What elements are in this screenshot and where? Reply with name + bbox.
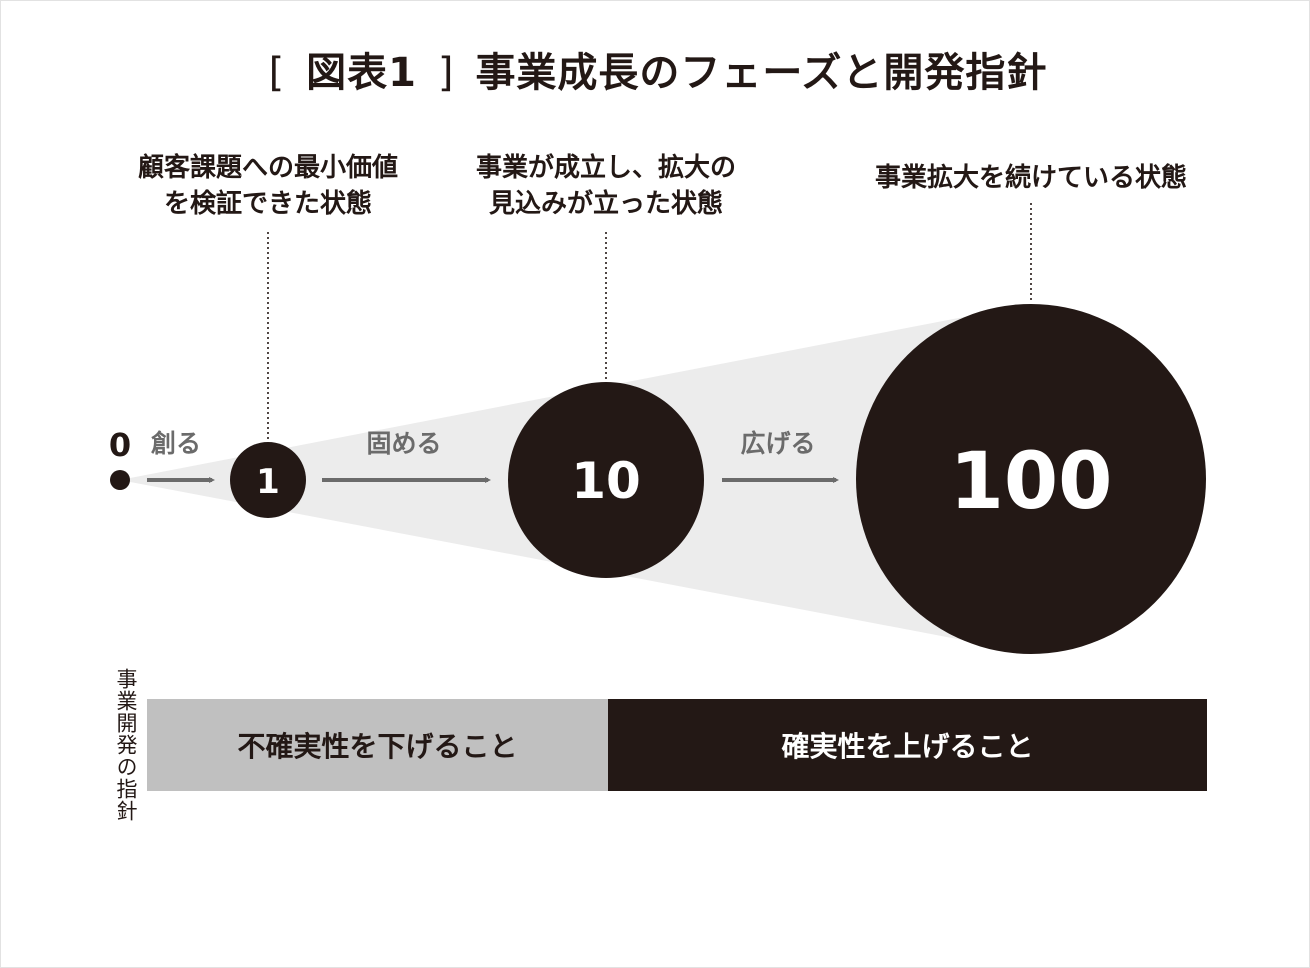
stage-0-dot — [110, 470, 130, 490]
guideline-bar-left-text: 不確実性を下げること — [237, 730, 518, 763]
arrow-solidify-label: 固める — [366, 429, 441, 458]
stage-100-description: 事業拡大を続けている状態 — [851, 160, 1211, 196]
stage-100-description-line-1: 事業拡大を続けている状態 — [874, 163, 1187, 193]
stage-1-value: 1 — [256, 462, 280, 502]
growth-diagram: 0 創る 固める 広げる 1 10 100 — [109, 203, 1206, 654]
guideline-bar-right-text: 確実性を上げること — [781, 730, 1034, 763]
guideline-vertical-label: 事業開発の指針 — [114, 668, 138, 822]
guideline-bar-reduce-uncertainty: 不確実性を下げること — [147, 699, 608, 791]
stage-10-value: 10 — [571, 452, 641, 510]
stage-10-description: 事業が成立し、拡大の 見込みが立った状態 — [456, 150, 756, 222]
arrow-create-label: 創る — [151, 429, 201, 458]
stage-10-description-line-2: 見込みが立った状態 — [488, 189, 723, 219]
stage-100-value: 100 — [950, 437, 1113, 527]
stage-1-description-line-2: を検証できた状態 — [163, 189, 372, 219]
stage-10-description-line-1: 事業が成立し、拡大の — [475, 153, 736, 183]
arrow-expand-label: 広げる — [740, 429, 815, 458]
stage-1-description: 顧客課題への最小価値 を検証できた状態 — [118, 150, 418, 222]
stage-0-label: 0 — [109, 426, 131, 464]
guideline-bar-increase-certainty: 確実性を上げること — [608, 699, 1207, 791]
stage-1-description-line-1: 顧客課題への最小価値 — [137, 153, 398, 183]
